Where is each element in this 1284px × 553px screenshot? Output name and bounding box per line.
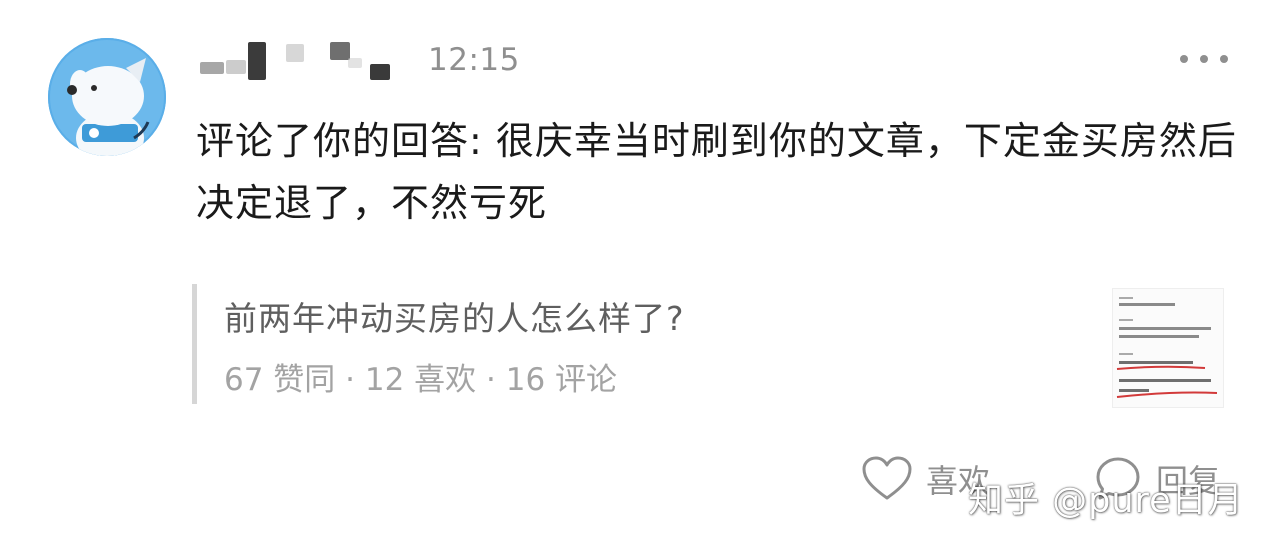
avatar[interactable] (48, 38, 166, 156)
comment-notification-card[interactable]: 12:15 评论了你的回答: 很庆幸当时刷到你的文章，下定金买房然后决定退了，不… (0, 0, 1284, 553)
screenshot-thumbnail-image (1113, 289, 1223, 407)
answer-stats: 67 赞同 · 12 喜欢 · 16 评论 (224, 362, 618, 398)
heart-icon (862, 456, 912, 500)
polar-bear-mascot-icon (48, 38, 166, 156)
quoted-answer[interactable]: 前两年冲动买房的人怎么样了? 67 赞同 · 12 喜欢 · 16 评论 (192, 284, 1232, 408)
comment-time: 12:15 (428, 42, 520, 78)
watermark: 知乎 @pure日月 (968, 481, 1244, 521)
more-dots-icon[interactable] (1180, 48, 1228, 70)
answer-thumbnail[interactable] (1112, 288, 1224, 408)
comment-text[interactable]: 评论了你的回答: 很庆幸当时刷到你的文章，下定金买房然后决定退了，不然亏死 (196, 110, 1246, 234)
username-redacted[interactable] (198, 40, 398, 82)
question-title[interactable]: 前两年冲动买房的人怎么样了? (224, 292, 685, 340)
quote-bar (192, 284, 197, 404)
